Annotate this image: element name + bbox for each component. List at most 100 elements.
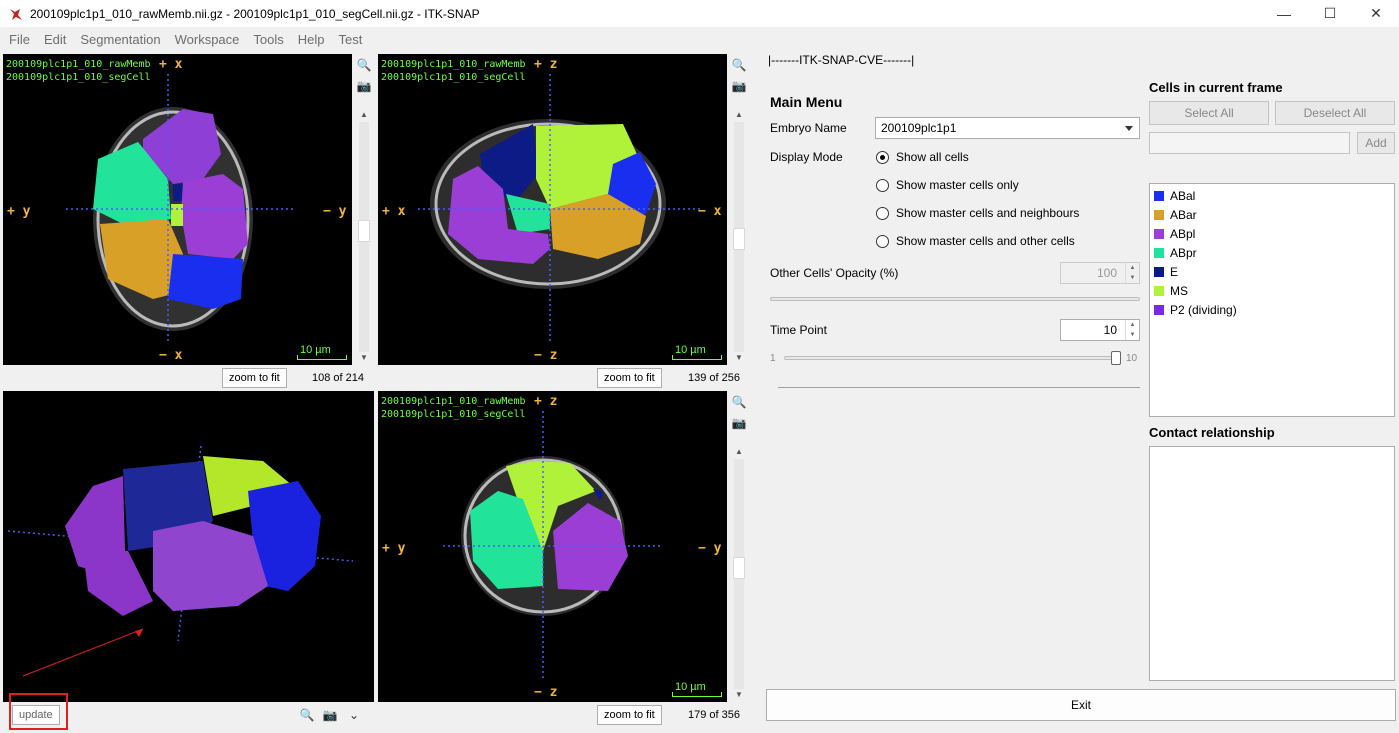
menu-workspace[interactable]: Workspace [168,32,247,47]
layer-name-seg: 200109plc1p1_010_segCell [381,72,526,83]
time-point-value: 10 [1103,323,1117,337]
cell-name-input[interactable] [1149,132,1350,154]
zoom-to-fit-button[interactable]: zoom to fit [597,705,662,725]
cell-name: ABal [1170,188,1196,203]
cells-panel-title: Cells in current frame [1149,80,1283,95]
axis-label-right: − y [323,204,347,219]
update-button[interactable]: update [12,705,60,725]
radio-button[interactable] [876,206,889,220]
list-item[interactable]: ABpl [1154,224,1195,243]
zoom-tool-icon[interactable]: 🔍 [299,707,315,723]
time-max-label: 10 [1126,353,1138,364]
color-swatch [1154,228,1164,239]
camera-icon[interactable]: 📷 [356,78,372,94]
deselect-all-button[interactable]: Deselect All [1275,101,1395,125]
slice-view-coronal[interactable]: 200109plc1p1_010_rawMemb 200109plc1p1_01… [378,54,727,365]
axial-slice-scrollbar[interactable]: ▲ ▼ [356,108,372,365]
title-bar: 200109plc1p1_010_rawMemb.nii.gz - 200109… [0,0,1399,27]
color-swatch [1154,266,1164,277]
menu-edit[interactable]: Edit [37,32,73,47]
itk-snap-logo-icon [10,8,22,20]
display-mode-master-other[interactable]: Show master cells and other cells [876,234,1075,248]
color-swatch [1154,209,1164,220]
embryo-name-dropdown[interactable]: 200109plc1p1 [875,117,1140,139]
camera-icon[interactable]: 📷 [731,415,747,431]
contact-relationship-list[interactable] [1149,446,1395,681]
radio-label: Show master cells and neighbours [896,206,1080,220]
axis-label-bottom: − z [534,348,558,363]
select-all-button[interactable]: Select All [1149,101,1269,125]
camera-icon[interactable]: 📷 [731,78,747,94]
maximize-button[interactable]: ☐ [1307,0,1353,27]
coronal-slice-scrollbar[interactable]: ▲ ▼ [731,108,747,365]
close-button[interactable]: ✕ [1353,0,1399,27]
display-mode-master-only[interactable]: Show master cells only [876,178,1019,192]
list-item[interactable]: E [1154,262,1178,281]
scale-bar: 10 µm [672,340,724,360]
opacity-label: Other Cells' Opacity (%) [770,266,899,280]
spin-arrows-icon[interactable]: ▲ ▼ [1125,263,1139,283]
spin-arrows-icon[interactable]: ▲ ▼ [1125,320,1139,340]
menu-bar: File Edit Segmentation Workspace Tools H… [0,27,1399,51]
zoom-tool-icon[interactable]: 🔍 [731,57,747,73]
zoom-tool-icon[interactable]: 🔍 [731,394,747,410]
cells-list[interactable]: ABal ABar ABpl ABpr E MS P2 (dividing) [1149,183,1395,417]
layer-name-raw: 200109plc1p1_010_rawMemb [6,59,151,70]
cell-name: ABar [1170,207,1197,222]
list-item[interactable]: ABal [1154,186,1195,205]
axis-label-right: − y [698,541,722,556]
cell-name: ABpr [1170,245,1197,260]
chevron-down-icon[interactable]: ⌄ [346,707,362,723]
coronal-segmentation-image [418,74,703,344]
zoom-tool-icon[interactable]: 🔍 [356,57,372,73]
slice-counter: 139 of 256 [688,372,740,384]
cell-name: P2 (dividing) [1170,302,1237,317]
exit-button[interactable]: Exit [766,689,1396,721]
display-mode-all[interactable]: Show all cells [876,150,969,164]
embryo-name-label: Embryo Name [770,121,847,135]
list-item[interactable]: ABpr [1154,243,1197,262]
slice-counter: 179 of 356 [688,709,740,721]
menu-segmentation[interactable]: Segmentation [73,32,167,47]
cell-name: E [1170,264,1179,279]
display-mode-master-neighbours[interactable]: Show master cells and neighbours [876,206,1079,220]
layer-name-seg: 200109plc1p1_010_segCell [381,409,526,420]
zoom-to-fit-button[interactable]: zoom to fit [597,368,662,388]
slice-counter: 108 of 214 [312,372,364,384]
menu-test[interactable]: Test [332,32,370,47]
window-title: 200109plc1p1_010_rawMemb.nii.gz - 200109… [30,6,480,21]
plugin-header: |-------ITK-SNAP-CVE-------| [768,53,915,67]
list-item[interactable]: P2 (dividing) [1154,300,1237,319]
radio-button[interactable] [876,234,889,248]
time-point-label: Time Point [770,323,827,337]
list-item[interactable]: MS [1154,281,1188,300]
time-min-label: 1 [770,353,776,364]
opacity-spinbox[interactable]: 100 ▲ ▼ [1060,262,1140,284]
scale-bar: 10 µm [297,340,349,360]
slice-view-sagittal[interactable]: 200109plc1p1_010_rawMemb 200109plc1p1_01… [378,391,727,702]
radio-label: Show all cells [896,150,969,164]
scale-bar: 10 µm [672,677,724,697]
axis-label-top: + z [534,394,558,409]
menu-help[interactable]: Help [291,32,332,47]
minimize-button[interactable]: — [1261,0,1307,27]
camera-icon[interactable]: 📷 [322,707,338,723]
color-swatch [1154,285,1164,296]
add-button[interactable]: Add [1357,132,1395,154]
slice-view-axial[interactable]: 200109plc1p1_010_rawMemb 200109plc1p1_01… [3,54,352,365]
radio-button[interactable] [876,178,889,192]
list-item[interactable]: ABar [1154,205,1197,224]
menu-tools[interactable]: Tools [246,32,290,47]
sagittal-slice-scrollbar[interactable]: ▲ ▼ [731,445,747,702]
radio-label: Show master cells only [896,178,1019,192]
axis-label-left: + y [7,204,31,219]
render-view-3d[interactable] [3,391,374,702]
radio-button-checked[interactable] [876,150,889,164]
time-point-spinbox[interactable]: 10 ▲ ▼ [1060,319,1140,341]
contact-relationship-title: Contact relationship [1149,425,1275,440]
time-point-slider[interactable] [784,356,1119,360]
zoom-to-fit-button[interactable]: zoom to fit [222,368,287,388]
time-point-slider-handle[interactable] [1111,351,1121,365]
axis-label-left: + y [382,541,406,556]
menu-file[interactable]: File [2,32,37,47]
